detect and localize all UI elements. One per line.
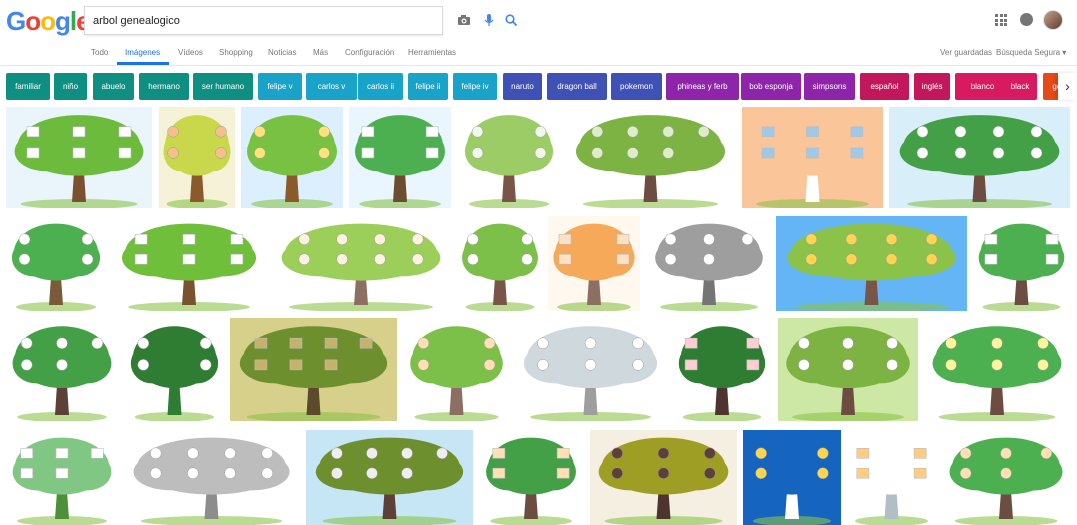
image-result-tree-small-photos[interactable]: [942, 430, 1070, 525]
saved-images-link[interactable]: Ver guardadas: [940, 48, 992, 57]
tab-herramientas[interactable]: Herramientas: [408, 48, 456, 57]
tab-imagenes[interactable]: Imágenes: [125, 48, 160, 57]
header-divider: [0, 65, 1077, 66]
tab-todo[interactable]: Todo: [91, 48, 108, 57]
search-icon[interactable]: [504, 13, 518, 27]
apps-grid-icon[interactable]: [995, 14, 1007, 26]
image-result-tree-round-canopy[interactable]: [349, 107, 451, 208]
chip-abuelo[interactable]: abuelo: [93, 73, 134, 100]
image-result-tree-empty-boxes[interactable]: [515, 318, 666, 421]
chip-familiar[interactable]: familiar: [6, 73, 50, 100]
tab-configuracion[interactable]: Configuración: [345, 48, 394, 57]
image-result-tree-red-circles[interactable]: [673, 318, 771, 421]
header: Google Todo Imágenes Vídeos Shopping Not…: [0, 0, 1077, 66]
image-result-tree-plaques[interactable]: [113, 216, 265, 311]
image-result-family-grid-blue[interactable]: [743, 430, 841, 525]
avatar[interactable]: [1043, 10, 1063, 30]
image-result-tree-frames-white[interactable]: [6, 107, 152, 208]
camera-icon[interactable]: [457, 13, 471, 27]
google-logo[interactable]: Google: [6, 6, 91, 37]
image-result-tree-circles[interactable]: [6, 216, 106, 311]
logo-letter: o: [40, 6, 56, 36]
search-input[interactable]: [91, 11, 365, 31]
image-result-tree-green-sketch[interactable]: [6, 430, 118, 525]
chip-felipe-ii[interactable]: felipe ii: [408, 73, 448, 100]
chip-felipe-v[interactable]: felipe v: [258, 73, 302, 100]
image-result-tree-dark-leaves-signs[interactable]: [590, 430, 737, 525]
chip-carlos-v[interactable]: carlos v: [306, 73, 357, 100]
logo-letter: G: [6, 6, 26, 36]
image-result-tree-photo-frames[interactable]: [271, 216, 451, 311]
chip-simpsons[interactable]: simpsons: [804, 73, 855, 100]
tab-noticias[interactable]: Noticias: [268, 48, 296, 57]
chip-blanco[interactable]: blanco: [955, 73, 1010, 100]
chip-bob-esponja[interactable]: bob esponja: [741, 73, 801, 100]
image-result-tree-faces-circles[interactable]: [480, 430, 582, 525]
chip-niño[interactable]: niño: [54, 73, 87, 100]
chip-dragon-ball[interactable]: dragon ball: [547, 73, 607, 100]
chip-español[interactable]: español: [860, 73, 909, 100]
image-result-tree-cartoon-family[interactable]: [924, 318, 1070, 421]
safe-search-menu[interactable]: Búsqueda Segura ▾: [996, 48, 1066, 57]
search-box[interactable]: [84, 6, 518, 35]
chip-inglés[interactable]: inglés: [914, 73, 950, 100]
image-result-tree-large-canopy-photos[interactable]: [230, 318, 397, 421]
image-result-tree-name-tags[interactable]: [973, 216, 1070, 311]
image-result-tree-couples-faces[interactable]: [404, 318, 509, 421]
image-result-tree-sketch-frames[interactable]: [123, 430, 300, 525]
chip-black[interactable]: black: [1003, 73, 1037, 100]
tab-videos[interactable]: Vídeos: [178, 48, 203, 57]
image-result-tree-flowers-orange[interactable]: [548, 216, 640, 311]
image-result-mi-arbol-genealogico-hearts[interactable]: [459, 107, 559, 208]
image-result-tree-kids-portraits[interactable]: [159, 107, 235, 208]
image-result-tree-swirl-leaves[interactable]: [125, 318, 224, 421]
image-result-wide-tree-labels[interactable]: [566, 107, 735, 208]
logo-letter: g: [55, 6, 71, 36]
image-result-tree-medallions[interactable]: [457, 216, 543, 311]
image-result-family-faces-chart[interactable]: [846, 430, 937, 525]
notifications-icon[interactable]: [1020, 13, 1033, 26]
chevron-right-icon[interactable]: ›: [1058, 73, 1077, 100]
image-result-family-chart-orange[interactable]: [742, 107, 883, 208]
chip-naruto[interactable]: naruto: [503, 73, 542, 100]
image-result-sketch-tree-gray[interactable]: [648, 216, 770, 311]
chip-felipe-iv[interactable]: felipe iv: [453, 73, 497, 100]
chip-carlos-ii[interactable]: carlos ii: [358, 73, 403, 100]
logo-letter: o: [25, 6, 41, 36]
image-result-simpsons-family-tree[interactable]: [776, 216, 967, 311]
image-result-tree-blue-labels[interactable]: [6, 318, 118, 421]
chip-hermano[interactable]: hermano: [139, 73, 189, 100]
image-result-mi-arbol-genealogico-chart[interactable]: [778, 318, 918, 421]
microphone-icon[interactable]: [482, 13, 496, 27]
chip-ser-humano[interactable]: ser humano: [193, 73, 253, 100]
chip-phineas-y-ferb[interactable]: phineas y ferb: [666, 73, 739, 100]
tab-mas[interactable]: Más: [313, 48, 328, 57]
related-searches-bar: familiar niño abuelo hermano ser humano felip…: [0, 73, 1077, 101]
image-result-mi-arbol-familiar[interactable]: [889, 107, 1070, 208]
chip-pokemon[interactable]: pokemon: [611, 73, 662, 100]
tab-shopping[interactable]: Shopping: [219, 48, 253, 57]
image-result-tree-wooden-sign[interactable]: [306, 430, 473, 525]
image-result-mi-arbol-cartoon-kids[interactable]: [241, 107, 343, 208]
